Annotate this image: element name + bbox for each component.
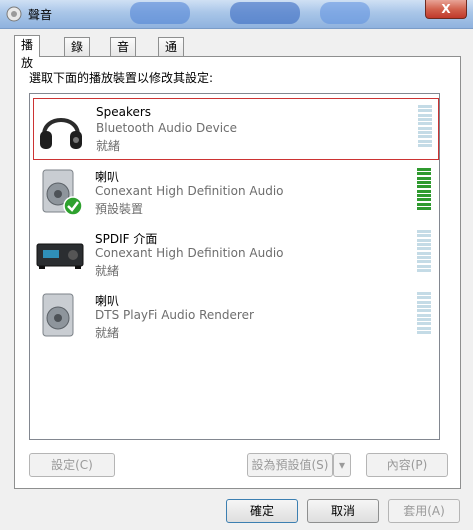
device-status: 就緒 — [96, 139, 121, 153]
instruction-text: 選取下面的播放裝置以修改其設定: — [29, 71, 214, 85]
device-status: 就緒 — [95, 326, 120, 340]
headphones-icon — [40, 118, 82, 149]
chevron-down-icon: ▾ — [338, 458, 346, 472]
set-default-button[interactable]: 設為預設值(S) — [247, 453, 333, 477]
apply-button[interactable]: 套用(A) — [388, 499, 460, 523]
device-description: Conexant High Definition Audio — [95, 246, 284, 260]
speaker-icon — [6, 6, 22, 22]
device-name: Speakers — [96, 105, 152, 119]
device-status: 預設裝置 — [95, 202, 144, 216]
set-default-dropdown[interactable]: ▾ — [333, 453, 351, 477]
tab-playback[interactable]: 播放 — [14, 35, 41, 70]
configure-button[interactable]: 設定(C) — [29, 453, 115, 477]
device-status: 就緒 — [95, 264, 120, 278]
volume-meter — [417, 292, 431, 334]
spdif-receiver-icon — [36, 243, 84, 269]
device-description: DTS PlayFi Audio Renderer — [95, 308, 254, 322]
background-blur — [130, 2, 190, 24]
volume-meter — [417, 230, 431, 272]
close-button[interactable]: X — [425, 0, 467, 19]
playback-panel: 選取下面的播放裝置以修改其設定: Speakers Bluetooth Audi… — [14, 56, 461, 489]
cancel-button[interactable]: 取消 — [307, 499, 379, 523]
device-list[interactable]: Speakers Bluetooth Audio Device 就緒 喇叭 Co… — [29, 93, 440, 440]
volume-meter — [418, 105, 432, 147]
speaker-default-icon — [42, 169, 83, 216]
device-name: SPDIF 介面 — [95, 232, 158, 246]
tab-sounds[interactable]: 音效 — [110, 37, 137, 72]
speaker-icon — [42, 293, 74, 337]
background-blur — [230, 2, 300, 24]
device-item[interactable]: 喇叭 DTS PlayFi Audio Renderer 就緒 — [33, 286, 437, 346]
device-item[interactable]: SPDIF 介面 Conexant High Definition Audio … — [33, 224, 437, 284]
ok-button[interactable]: 確定 — [226, 499, 298, 523]
close-icon: X — [441, 2, 451, 16]
device-item[interactable]: 喇叭 Conexant High Definition Audio 預設裝置 — [33, 162, 437, 222]
properties-button[interactable]: 內容(P) — [366, 453, 448, 477]
device-name: 喇叭 — [95, 170, 120, 184]
background-blur — [320, 2, 370, 24]
device-name: 喇叭 — [95, 294, 120, 308]
tab-recording[interactable]: 錄製 — [64, 37, 91, 72]
device-description: Conexant High Definition Audio — [95, 184, 284, 198]
title-bar: 聲音 X — [0, 0, 473, 29]
window-title: 聲音 — [28, 8, 53, 22]
device-description: Bluetooth Audio Device — [96, 121, 238, 135]
volume-meter — [417, 168, 431, 210]
tab-label: 播放 — [21, 38, 34, 70]
device-item[interactable]: Speakers Bluetooth Audio Device 就緒 — [33, 98, 439, 160]
tab-communications[interactable]: 通訊 — [158, 37, 185, 72]
